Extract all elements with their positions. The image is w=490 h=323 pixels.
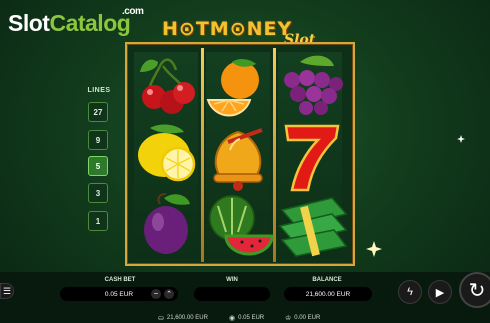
chevron-up-icon: ⌃ — [166, 290, 172, 298]
cash-bet-label: CASH BET — [104, 277, 136, 283]
spin-icon: ↻ — [468, 279, 486, 302]
balance-label: BALANCE — [312, 277, 342, 283]
chips-icon: ◉ — [229, 315, 236, 322]
lemon-symbol — [138, 124, 196, 182]
menu-icon: ☰ — [2, 285, 12, 296]
win-label: WIN — [226, 277, 238, 283]
plum-symbol — [144, 193, 190, 254]
cash-bet-value: 0.05 EUR — [104, 290, 134, 298]
sparkle-icon — [457, 135, 465, 143]
win-field — [194, 287, 270, 301]
bet-decrease-button[interactable]: − — [151, 289, 161, 299]
orange-symbol — [206, 58, 259, 117]
minus-icon: − — [153, 289, 159, 298]
coins-icon: ⛀ — [158, 315, 164, 322]
watermelon-symbol — [209, 195, 274, 256]
turbo-button[interactable]: ϟ — [398, 280, 422, 304]
footer-win: ♔ 0.00 EUR — [285, 314, 320, 322]
spin-button[interactable]: ↻ — [459, 272, 490, 308]
footer-bet: ◉ 0.05 EUR — [229, 314, 264, 322]
seven-symbol — [284, 124, 340, 192]
cash-stack-symbol — [278, 197, 348, 257]
autoplay-button[interactable]: ▶ — [428, 280, 452, 304]
play-icon: ▶ — [435, 286, 445, 299]
lightning-icon: ϟ — [407, 286, 413, 298]
footer-balance-value: 21,600.00 EUR — [166, 315, 208, 321]
footer-bet-value: 0.05 EUR — [238, 315, 265, 321]
balance-value: 21,600.00 EUR — [305, 290, 351, 298]
sparkle-icon — [366, 241, 382, 257]
grapes-symbol — [284, 55, 343, 115]
bet-increase-button[interactable]: ⌃ — [164, 289, 174, 299]
footer-win-value: 0.00 EUR — [294, 315, 321, 321]
cherries-symbol — [140, 58, 195, 114]
footer-balance: ⛀ 21,600.00 EUR — [158, 314, 208, 322]
trophy-icon: ♔ — [285, 315, 292, 322]
balance-field: 21,600.00 EUR — [284, 287, 372, 301]
bell-symbol — [213, 128, 263, 191]
